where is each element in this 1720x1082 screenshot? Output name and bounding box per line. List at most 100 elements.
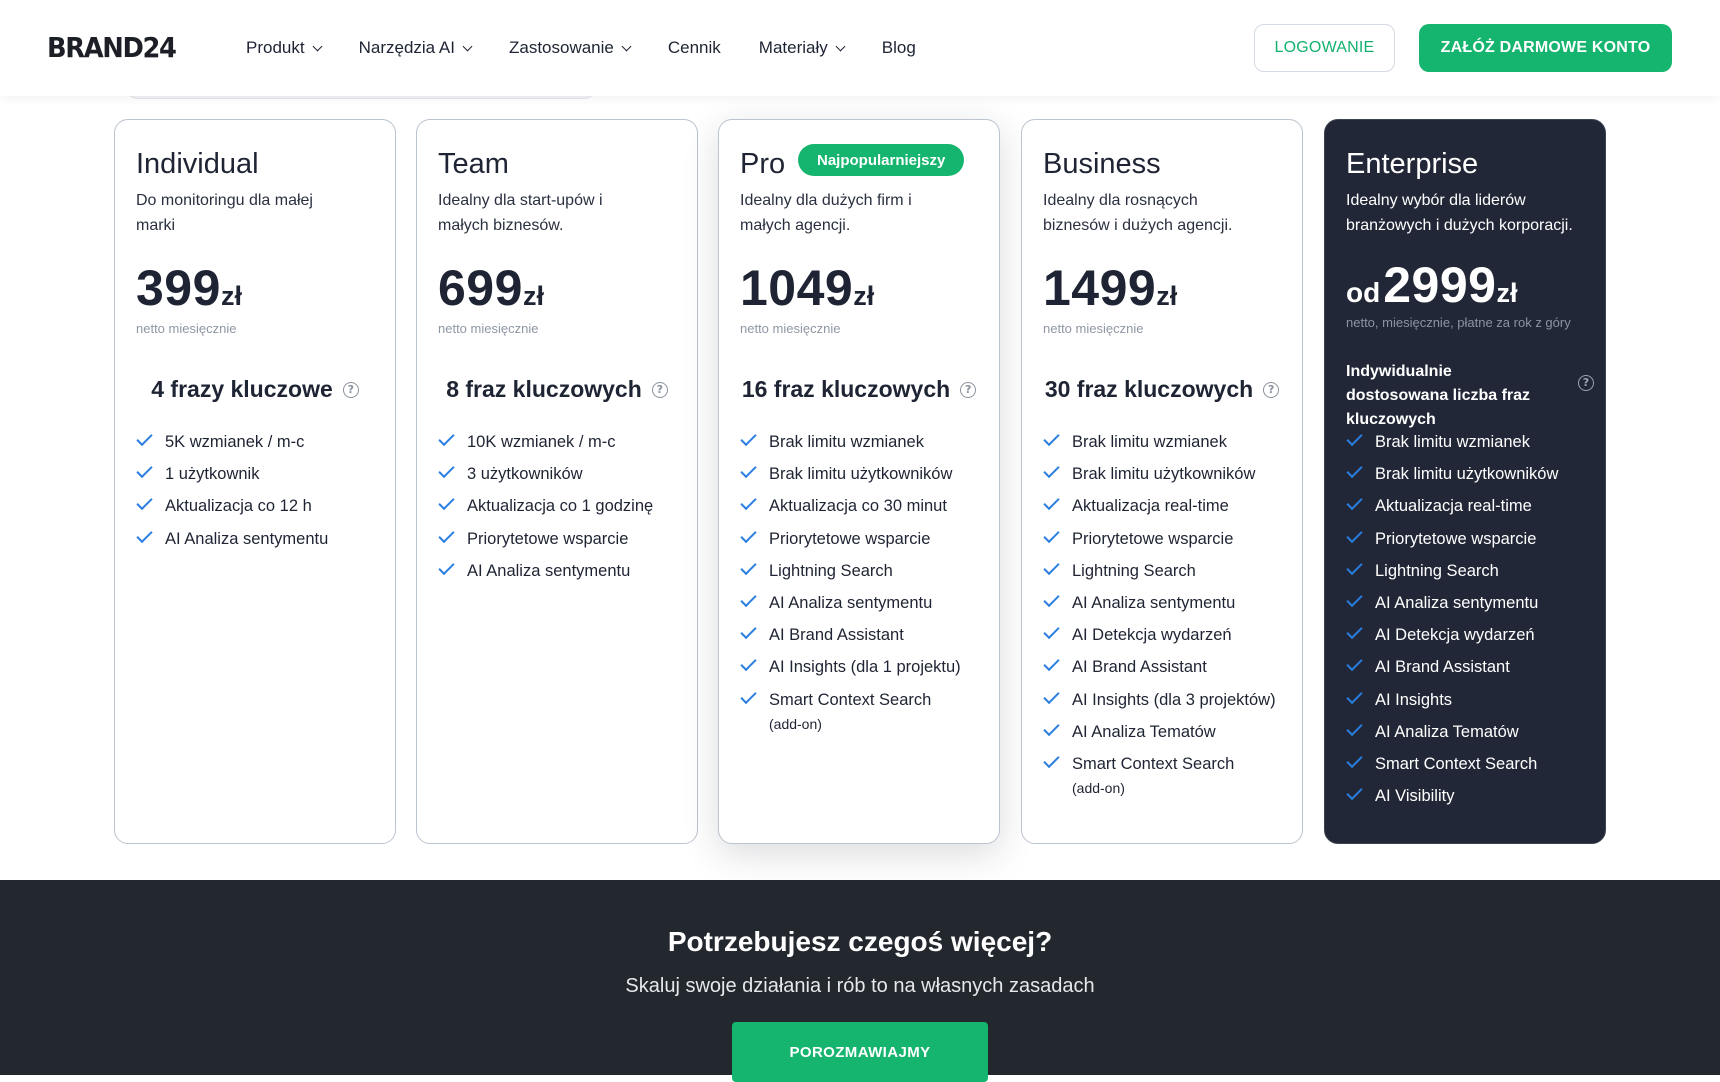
feature-text: Brak limitu wzmianek [1375, 433, 1530, 451]
feature-text: Lightning Search [1072, 561, 1196, 580]
check-icon [136, 494, 153, 511]
feature-item: AI Insights [1346, 687, 1599, 710]
plan-description: Idealny dla start-upów i małych biznesów… [438, 192, 603, 234]
nav-item-zastosowanie[interactable]: Zastosowanie [508, 38, 632, 58]
check-icon [740, 590, 757, 608]
feature-item: AI Analiza sentymentu [740, 590, 993, 613]
nav-item-cennik[interactable]: Cennik [668, 38, 721, 58]
plan-description: Idealny wybór dla liderów branżowych i d… [1346, 192, 1573, 234]
feature-text: 3 użytkowników [467, 465, 583, 484]
help-icon[interactable]: ? [1263, 381, 1280, 398]
brand-logo[interactable]: BRAND24 [47, 31, 177, 64]
feature-item: Lightning Search [1346, 558, 1599, 581]
check-icon [1346, 751, 1363, 769]
plan-price: 399 zł [136, 259, 242, 317]
check-icon [1346, 719, 1363, 736]
feature-item: Brak limitu użytkowników [1346, 462, 1599, 484]
feature-text: AI Insights [1375, 690, 1453, 709]
feature-item: Aktualizacja co 12 h [136, 494, 389, 516]
price-note: netto miesięcznie [1043, 321, 1144, 336]
check-icon [1346, 462, 1363, 479]
nav-label: Blog [881, 38, 916, 57]
cta-title: Potrzebujesz czegoś więcej? [667, 926, 1053, 957]
feature-item: Priorytetowe wsparcie [1346, 526, 1599, 549]
check-icon [438, 429, 455, 447]
check-icon [1346, 558, 1363, 575]
plan-name: Team [438, 148, 509, 180]
help-icon[interactable]: ? [1578, 375, 1594, 391]
feature-list: 5K wzmianek / m-c 1 użytkownik Aktualiza… [136, 429, 389, 561]
feature-text: Brak limitu użytkowników [1375, 465, 1559, 484]
price-note: netto, miesięcznie, płatne za rok z góry [1346, 315, 1571, 330]
feature-text: AI Analiza sentymentu [769, 593, 933, 612]
plan-card-pro: Pro Najpopularniejszy Idealny dla dużych… [718, 119, 1000, 844]
price-amount: 399 [136, 260, 221, 316]
feature-item: 5K wzmianek / m-c [136, 429, 389, 452]
feature-text: AI Brand Assistant [1375, 658, 1510, 677]
price-amount: 1049 [740, 260, 854, 316]
feature-text: Brak limitu wzmianek [1072, 433, 1227, 451]
feature-addon-note: (add-on) [769, 715, 822, 732]
check-icon [438, 494, 455, 511]
keyword-label: 16 fraz kluczowych [741, 376, 951, 402]
feature-text: Priorytetowe wsparcie [1072, 529, 1234, 548]
nav-item-narzedzia-ai[interactable]: Narzędzia AI [359, 38, 473, 58]
feature-item: Lightning Search [740, 558, 993, 581]
feature-item: AI Analiza Tematów [1346, 719, 1599, 742]
help-icon[interactable]: ? [960, 381, 977, 398]
nav-label: Zastosowanie [508, 38, 614, 57]
feature-text: Priorytetowe wsparcie [769, 529, 931, 548]
feature-item: AI Analiza sentymentu [136, 526, 389, 549]
price-currency: zł [853, 281, 875, 311]
feature-text: 1 użytkownik [165, 465, 260, 484]
keyword-count: 8 fraz kluczowych? [417, 376, 697, 403]
feature-addon-note: (add-on) [1072, 779, 1125, 796]
feature-text: Aktualizacja real-time [1375, 497, 1532, 516]
nav-item-blog[interactable]: Blog [882, 38, 916, 58]
feature-item: Brak limitu wzmianek [1346, 429, 1599, 452]
feature-text: Priorytetowe wsparcie [467, 529, 629, 548]
main-nav: Produkt Narzędzia AI Zastosowanie Cennik… [246, 0, 954, 96]
feature-text: AI Analiza sentymentu [1375, 593, 1539, 612]
keyword-count: 30 fraz kluczowych? [1022, 376, 1302, 403]
feature-text: AI Brand Assistant [769, 626, 904, 645]
feature-item: Aktualizacja real-time [1346, 494, 1599, 516]
feature-item: AI Detekcja wydarzeń [1346, 622, 1599, 645]
feature-text: Lightning Search [1375, 561, 1499, 580]
feature-item: AI Detekcja wydarzeń [1043, 622, 1296, 645]
feature-item: Smart Context Search (add-on) [740, 687, 993, 734]
chevron-down-icon [462, 41, 473, 51]
check-icon [740, 494, 757, 511]
price-currency: zł [522, 281, 544, 311]
feature-item: 1 użytkownik [136, 462, 389, 484]
nav-item-produkt[interactable]: Produkt [246, 38, 323, 58]
feature-item: AI Brand Assistant [740, 622, 993, 645]
check-icon [438, 526, 455, 543]
feature-list: Brak limitu wzmianek Brak limitu użytkow… [1346, 429, 1599, 818]
nav-item-materialy[interactable]: Materiały [759, 38, 846, 58]
feature-list: Brak limitu wzmianek Brak limitu użytkow… [740, 429, 993, 746]
price-note: netto miesięcznie [438, 321, 539, 336]
register-button[interactable]: ZAŁÓŻ DARMOWE KONTO [1419, 24, 1672, 72]
price-prefix: od [1346, 277, 1381, 308]
feature-text: 10K wzmianek / m-c [467, 433, 616, 451]
plan-name: Enterprise [1346, 148, 1479, 180]
keyword-count: 4 frazy kluczowe? [115, 376, 395, 403]
check-icon [1043, 687, 1060, 704]
feature-item: AI Analiza sentymentu [1043, 590, 1296, 613]
login-button[interactable]: LOGOWANIE [1254, 24, 1395, 72]
chevron-down-icon [835, 41, 846, 51]
check-icon [740, 622, 757, 640]
feature-item: Priorytetowe wsparcie [438, 526, 691, 549]
help-icon[interactable]: ? [342, 381, 359, 398]
feature-item: Brak limitu wzmianek [1043, 429, 1296, 452]
help-icon[interactable]: ? [651, 381, 668, 398]
contact-button[interactable]: POROZMAWIAJMY [732, 1022, 988, 1082]
feature-text: Aktualizacja co 12 h [165, 497, 312, 516]
popular-badge: Najpopularniejszy [798, 144, 965, 176]
feature-text: Aktualizacja co 30 minut [769, 497, 947, 516]
feature-text: 5K wzmianek / m-c [165, 433, 305, 451]
feature-text: AI Analiza Tematów [1375, 722, 1519, 741]
keyword-label: 8 fraz kluczowych [446, 376, 642, 402]
feature-text: AI Analiza Tematów [1072, 722, 1216, 741]
